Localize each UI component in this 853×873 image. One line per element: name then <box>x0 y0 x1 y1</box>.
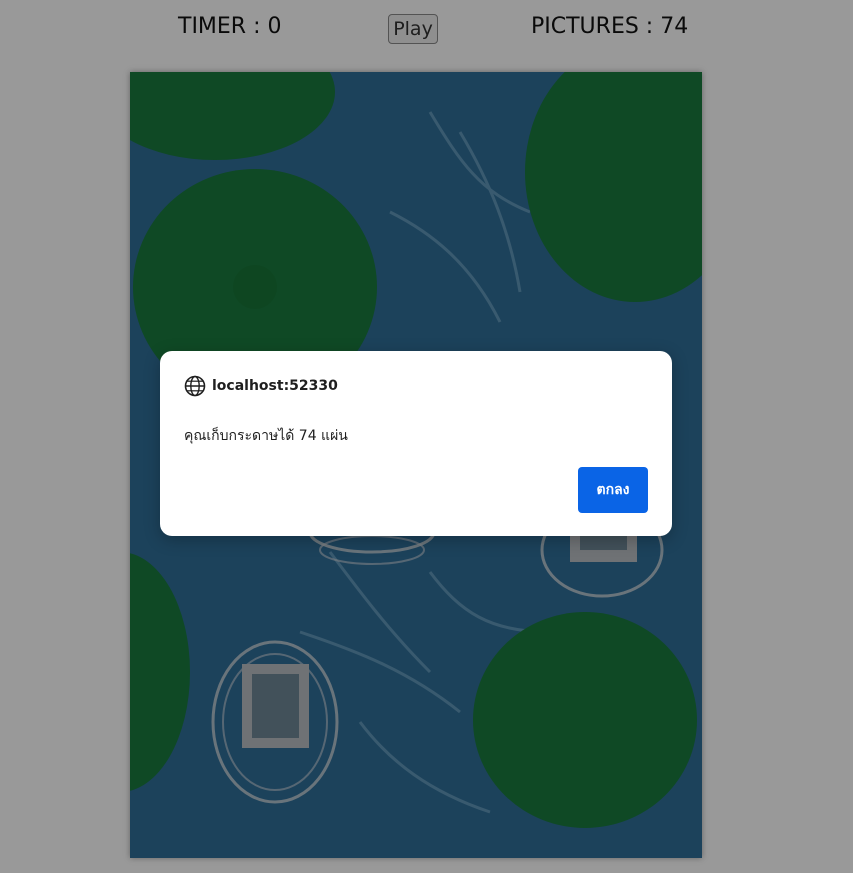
game-page: TIMER : 0 Play PICTURES : 74 localhost:5… <box>0 0 853 873</box>
dialog-origin: localhost:52330 <box>212 378 338 394</box>
dialog-message: คุณเก็บกระดาษได้ 74 แผ่น <box>184 428 348 444</box>
dialog-header: localhost:52330 <box>184 375 338 397</box>
ok-button[interactable]: ตกลง <box>578 467 648 513</box>
globe-icon <box>184 375 206 397</box>
alert-dialog: localhost:52330 คุณเก็บกระดาษได้ 74 แผ่น… <box>160 351 672 536</box>
